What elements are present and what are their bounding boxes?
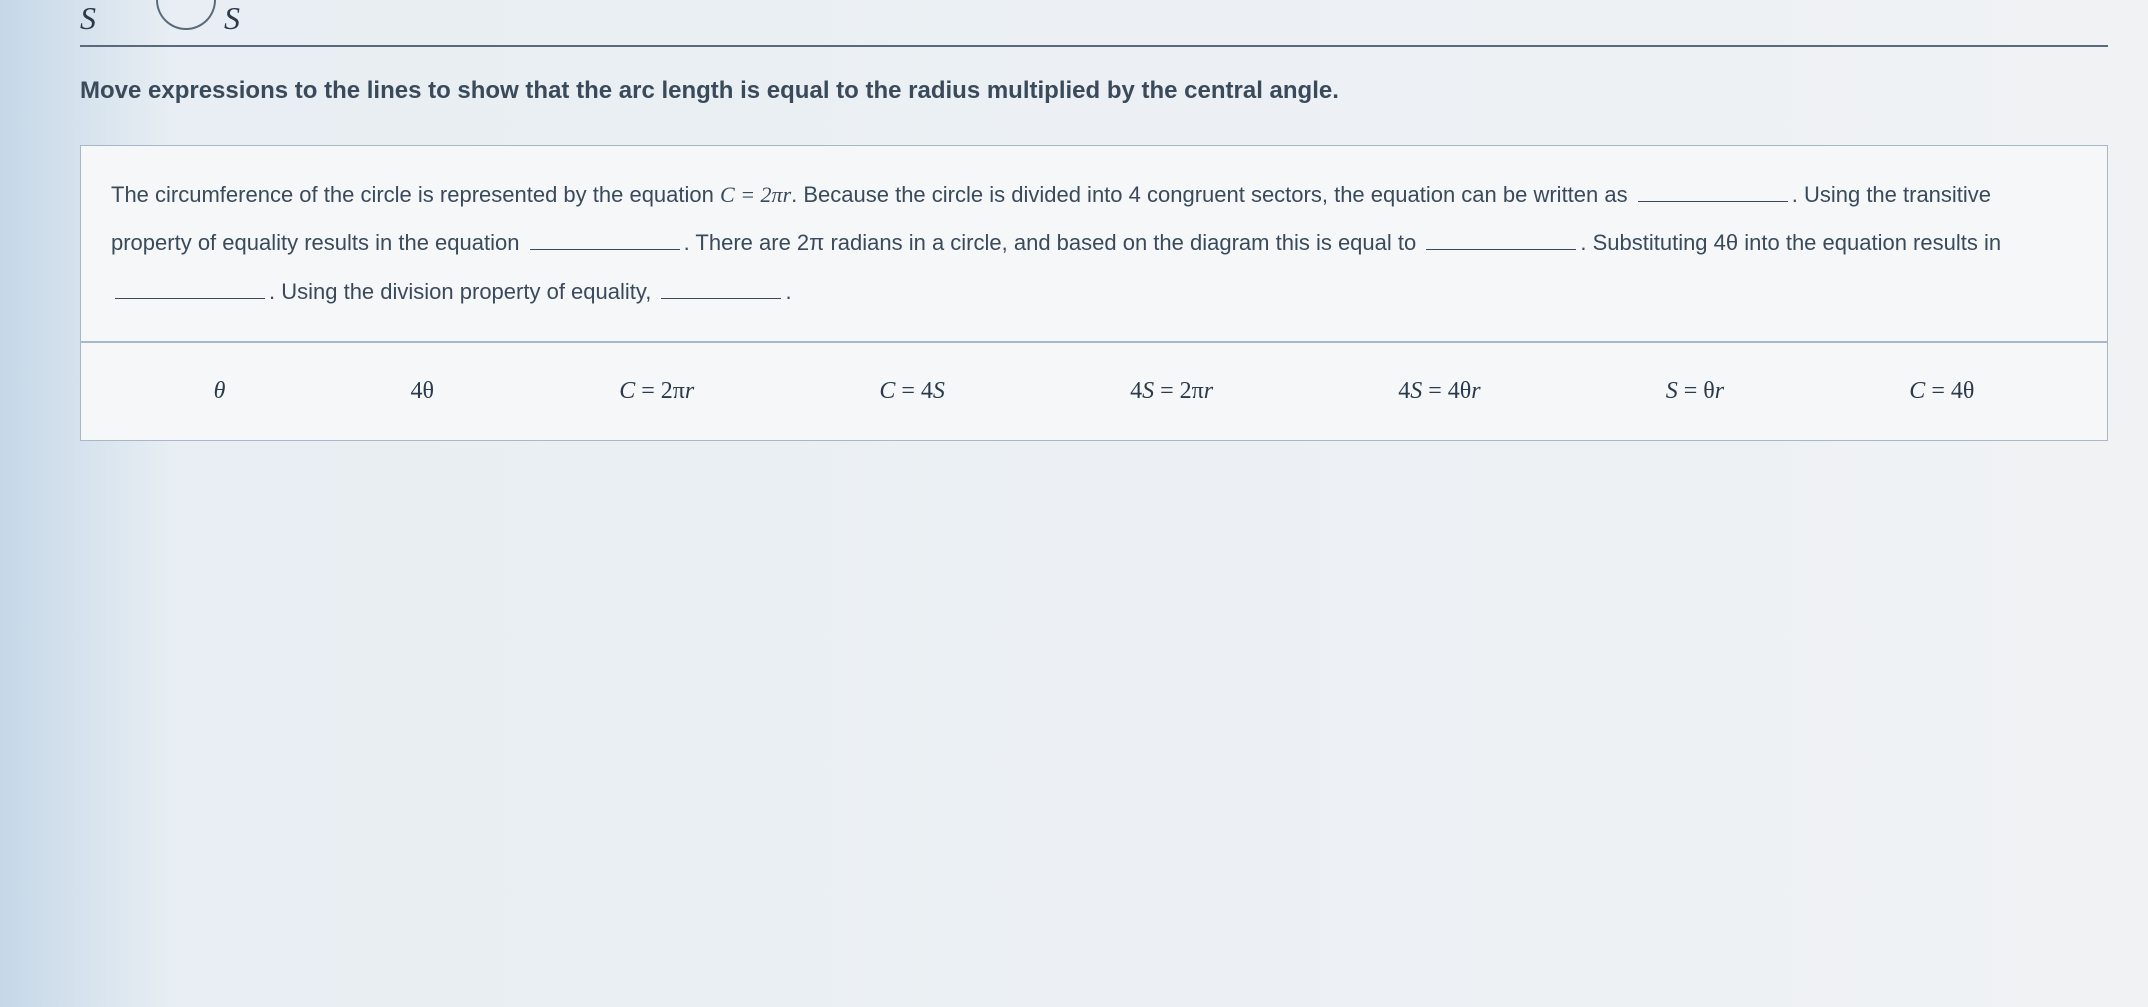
blank-1[interactable] [1638,180,1788,202]
proof-text: The circumference of the circle is repre… [111,171,2077,316]
option-4s-4thetar[interactable]: 4S = 4θr [1398,378,1480,405]
option-c-4s[interactable]: C = 4S [879,378,945,405]
option-c-2pir[interactable]: C = 2πr [619,378,694,405]
top-diagram-row: S S [80,0,2108,47]
arc-label-right: S [224,0,240,37]
option-c-4theta[interactable]: C = 4θ [1909,378,1974,405]
blank-4[interactable] [115,277,265,299]
blank-2[interactable] [530,228,680,250]
option-4s-2pir[interactable]: 4S = 2πr [1130,378,1213,405]
proof-part7: . [785,279,791,304]
instruction-text: Move expressions to the lines to show th… [80,77,2108,105]
blank-3[interactable] [1426,228,1576,250]
option-4theta[interactable]: 4θ [411,378,435,405]
arc-label-left: S [80,0,96,37]
option-s-thetar[interactable]: S = θr [1666,378,1724,405]
proof-paragraph-box: The circumference of the circle is repre… [80,145,2108,342]
option-theta[interactable]: θ [214,378,226,405]
answer-bank: θ 4θ C = 2πr C = 4S 4S = 2πr 4S = 4θr S … [80,342,2108,441]
proof-part5: . Substituting 4θ into the equation resu… [1580,230,2001,255]
proof-part6: . Using the division property of equalit… [269,279,657,304]
blank-5[interactable] [661,277,781,299]
arc-curve [156,0,216,30]
proof-part1: The circumference of the circle is repre… [111,182,720,207]
proof-eq1: C = 2πr [720,182,791,207]
proof-part2: . Because the circle is divided into 4 c… [791,182,1634,207]
proof-part4: . There are 2π radians in a circle, and … [684,230,1423,255]
